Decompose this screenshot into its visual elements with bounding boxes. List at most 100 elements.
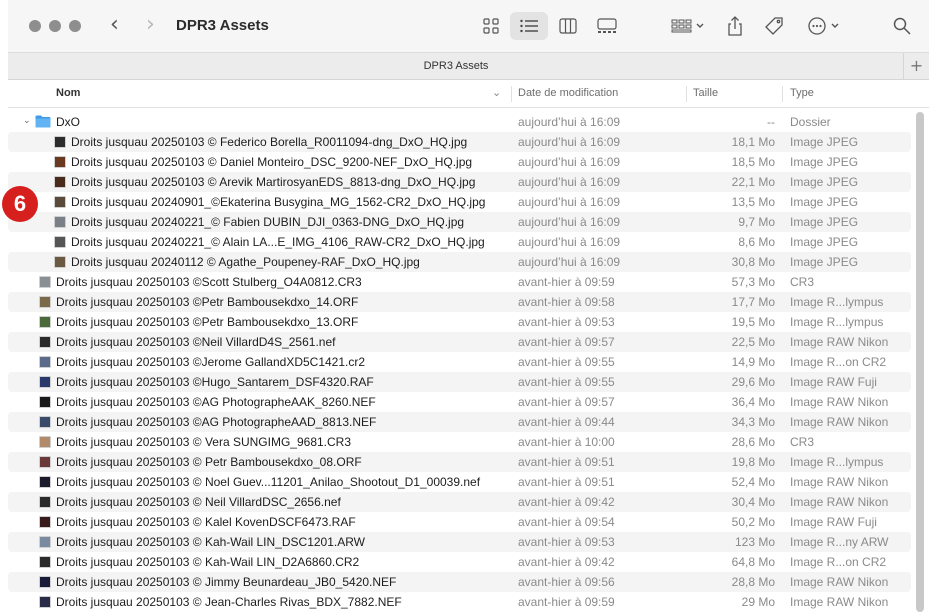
file-date: avant-hier à 09:55 — [518, 375, 615, 389]
file-row[interactable]: Droits jusquau 20250103 © Vera SUNGIMG_9… — [8, 432, 911, 452]
list-view-icon[interactable] — [510, 12, 548, 40]
file-row[interactable]: Droits jusquau 20240901_©Ekaterina Busyg… — [8, 192, 911, 212]
file-row[interactable]: Droits jusquau 20250103 ©Hugo_Santarem_D… — [8, 372, 911, 392]
tag-icon[interactable] — [760, 12, 788, 40]
file-name: Droits jusquau 20250103 © Vera SUNGIMG_9… — [56, 435, 352, 449]
minimize-window-button[interactable] — [49, 20, 61, 32]
tab-bar: DPR3 Assets + — [8, 52, 929, 80]
back-icon[interactable]: ‹ — [110, 14, 119, 36]
file-name: Droits jusquau 20250103 © Jimmy Beunarde… — [56, 575, 397, 589]
file-date: avant-hier à 09:57 — [518, 395, 615, 409]
file-list: ⌄ DxO aujourd’hui à 16:09 -- Dossier Droits j… — [8, 112, 913, 612]
image-thumbnail-icon — [39, 576, 51, 588]
column-size-header[interactable]: Taille — [693, 87, 718, 99]
file-row[interactable]: Droits jusquau 20250103 © Petr Bambousek… — [8, 452, 911, 472]
column-divider[interactable] — [511, 86, 512, 102]
file-row[interactable]: Droits jusquau 20250103 © Federico Borel… — [8, 132, 911, 152]
file-row[interactable]: Droits jusquau 20250103 © Arevik Martiro… — [8, 172, 911, 192]
file-type: Image JPEG — [790, 235, 859, 249]
file-size: 22,1 Mo — [731, 175, 775, 189]
column-date-header[interactable]: Date de modification — [518, 87, 618, 99]
file-date: avant-hier à 09:42 — [518, 555, 615, 569]
column-view-icon[interactable] — [553, 12, 583, 40]
column-name-header[interactable]: Nom — [56, 87, 80, 99]
file-row[interactable]: Droits jusquau 20250103 © Noel Guev...11… — [8, 472, 911, 492]
disclosure-triangle-icon[interactable]: ⌄ — [23, 116, 31, 126]
file-row[interactable]: Droits jusquau 20250103 ©Jerome GallandX… — [8, 352, 911, 372]
file-row[interactable]: Droits jusquau 20250103 © Daniel Monteir… — [8, 152, 911, 172]
file-date: aujourd’hui à 16:09 — [518, 255, 621, 269]
file-name: Droits jusquau 20250103 © Petr Bambousek… — [56, 455, 362, 469]
file-name: DxO — [56, 115, 80, 129]
file-size: 50,2 Mo — [731, 515, 775, 529]
tab-dpr3-assets[interactable]: DPR3 Assets — [8, 60, 904, 72]
file-date: aujourd’hui à 16:09 — [518, 135, 621, 149]
file-row[interactable]: Droits jusquau 20250103 ©Petr Bambousekd… — [8, 292, 911, 312]
file-size: 57,3 Mo — [731, 275, 775, 289]
folder-row[interactable]: ⌄ DxO aujourd’hui à 16:09 -- Dossier — [8, 112, 911, 132]
column-divider[interactable] — [686, 86, 687, 102]
new-tab-button[interactable]: + — [903, 53, 929, 80]
file-type: Image R...lympus — [790, 455, 884, 469]
file-name: Droits jusquau 20250103 ©AG PhotographeA… — [56, 415, 377, 429]
zoom-window-button[interactable] — [69, 20, 81, 32]
file-name: Droits jusquau 20240112 © Agathe_Poupene… — [71, 255, 420, 269]
file-size: 64,8 Mo — [731, 555, 775, 569]
file-size: -- — [767, 115, 775, 129]
column-type-header[interactable]: Type — [790, 87, 814, 99]
column-divider[interactable] — [782, 86, 783, 102]
finder-window: ‹ › DPR3 Assets DPR3 Assets + Nom ⌄ Date… — [8, 0, 929, 615]
file-size: 34,3 Mo — [731, 415, 775, 429]
sort-chevron-icon[interactable]: ⌄ — [492, 86, 501, 99]
file-type: Image JPEG — [790, 255, 859, 269]
file-row[interactable]: Droits jusquau 20250103 © Kah-Wail LIN_D… — [8, 552, 911, 572]
file-name: Droits jusquau 20250103 © Daniel Monteir… — [71, 155, 473, 169]
file-row[interactable]: Droits jusquau 20250103 © Kah-Wail LIN_D… — [8, 532, 911, 552]
file-type: CR3 — [790, 435, 815, 449]
file-date: avant-hier à 09:56 — [518, 575, 615, 589]
file-row[interactable]: Droits jusquau 20240112 © Agathe_Poupene… — [8, 252, 911, 272]
file-size: 14,9 Mo — [731, 355, 775, 369]
file-type: Image JPEG — [790, 155, 859, 169]
vertical-scrollbar[interactable] — [916, 112, 924, 612]
image-thumbnail-icon — [39, 476, 51, 488]
close-window-button[interactable] — [29, 20, 41, 32]
file-type: Image JPEG — [790, 195, 859, 209]
group-icon[interactable] — [666, 12, 710, 40]
file-row[interactable]: Droits jusquau 20250103 ©Petr Bambousekd… — [8, 312, 911, 332]
file-size: 17,7 Mo — [731, 295, 775, 309]
file-date: aujourd’hui à 16:09 — [518, 155, 621, 169]
file-name: Droits jusquau 20250103 © Jean-Charles R… — [56, 595, 402, 609]
image-thumbnail-icon — [39, 596, 51, 608]
file-name: Droits jusquau 20240221_© Alain LA...E_I… — [71, 235, 485, 249]
file-name: Droits jusquau 20240901_©Ekaterina Busyg… — [71, 195, 486, 209]
gallery-view-icon[interactable] — [592, 12, 622, 40]
file-row[interactable]: Droits jusquau 20240221_© Alain LA...E_I… — [8, 232, 911, 252]
file-type: Image JPEG — [790, 135, 859, 149]
file-row[interactable]: Droits jusquau 20250103 ©AG PhotographeA… — [8, 412, 911, 432]
file-row[interactable]: Droits jusquau 20240221_© Fabien DUBIN_D… — [8, 212, 911, 232]
image-thumbnail-icon — [39, 436, 51, 448]
file-row[interactable]: Droits jusquau 20250103 ©Neil VillardD4S… — [8, 332, 911, 352]
file-size: 52,4 Mo — [731, 475, 775, 489]
file-size: 29 Mo — [741, 595, 775, 609]
file-row[interactable]: Droits jusquau 20250103 © Neil VillardDS… — [8, 492, 911, 512]
file-row[interactable]: Droits jusquau 20250103 © Jimmy Beunarde… — [8, 572, 911, 592]
more-icon[interactable] — [804, 12, 844, 40]
icon-view-icon[interactable] — [476, 12, 506, 40]
forward-icon[interactable]: › — [146, 14, 155, 36]
image-thumbnail-icon — [39, 496, 51, 508]
file-row[interactable]: Droits jusquau 20250103 © Kalel KovenDSC… — [8, 512, 911, 532]
file-date: avant-hier à 09:42 — [518, 495, 615, 509]
image-thumbnail-icon — [39, 556, 51, 568]
file-row[interactable]: Droits jusquau 20250103 ©AG PhotographeA… — [8, 392, 911, 412]
file-row[interactable]: Droits jusquau 20250103 © Jean-Charles R… — [8, 592, 911, 612]
file-date: avant-hier à 09:59 — [518, 595, 615, 609]
share-icon[interactable] — [722, 12, 748, 40]
file-name: Droits jusquau 20250103 ©Neil VillardD4S… — [56, 335, 336, 349]
file-date: aujourd’hui à 16:09 — [518, 195, 621, 209]
file-row[interactable]: Droits jusquau 20250103 ©Scott Stulberg_… — [8, 272, 911, 292]
file-name: Droits jusquau 20250103 © Neil VillardDS… — [56, 495, 341, 509]
file-type: Image RAW Nikon — [790, 495, 889, 509]
search-icon[interactable] — [888, 12, 916, 40]
